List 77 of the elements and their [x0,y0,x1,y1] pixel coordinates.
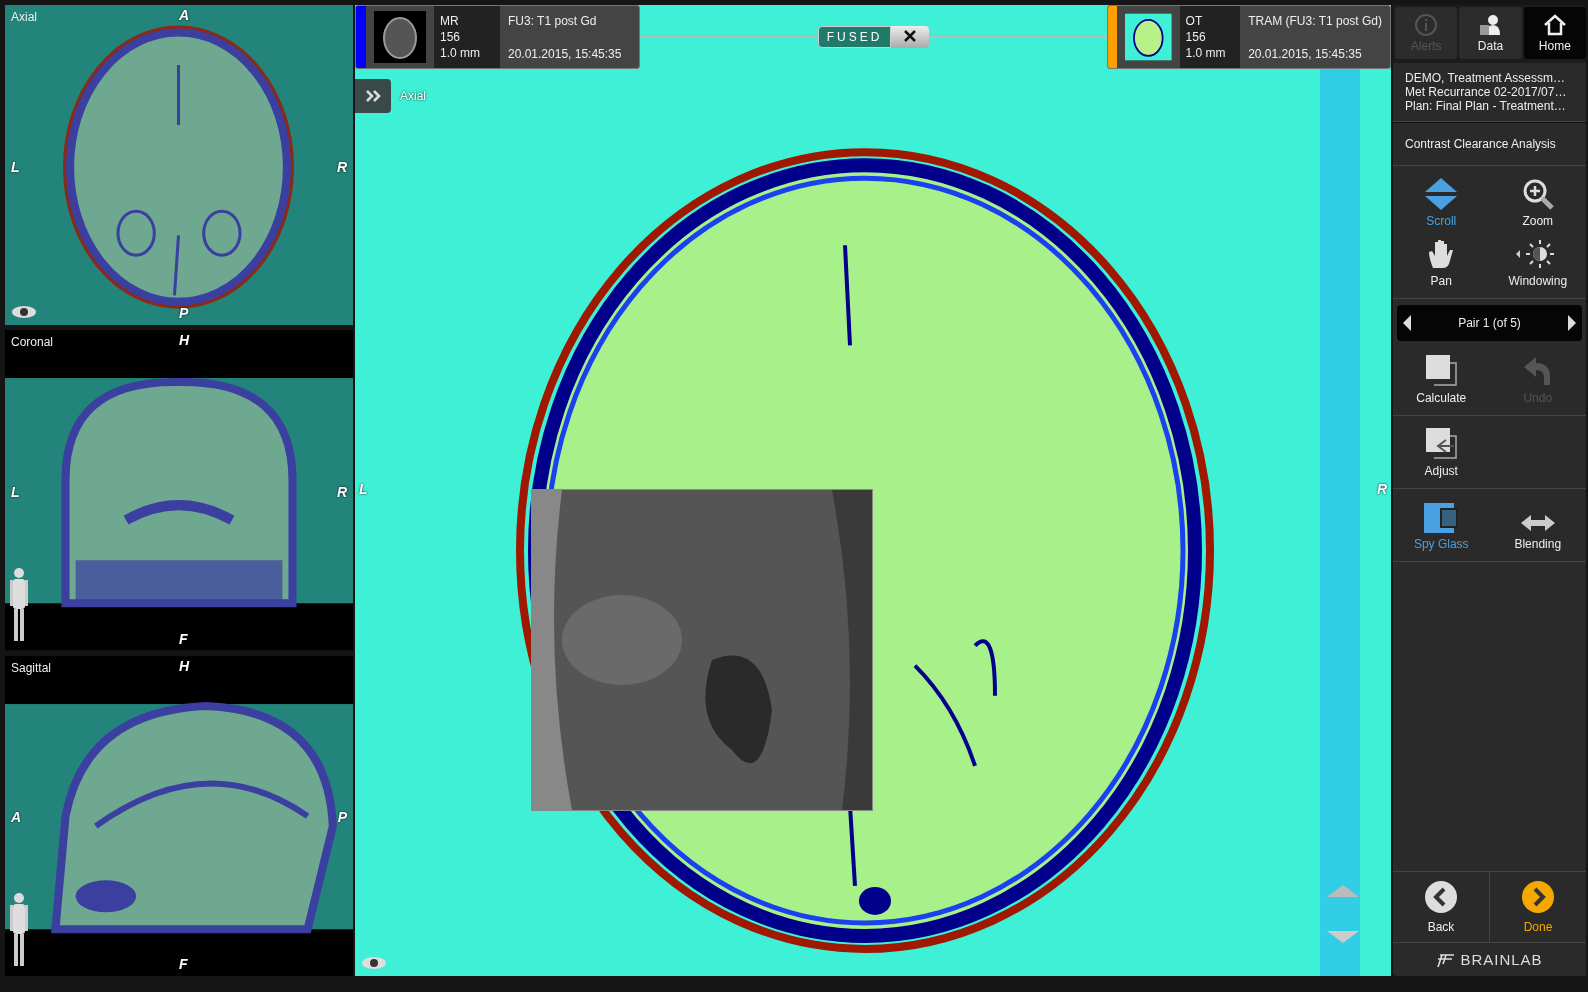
view-title: Axial [11,10,37,24]
orientation-label: R [336,484,347,501]
orientation-label: F [179,956,188,972]
series-name: TRAM (FU3: T1 post Gd) [1248,14,1382,28]
orientation-label: P [337,809,347,826]
expand-panel-button[interactable] [355,79,391,113]
double-arrow-icon [1520,513,1555,533]
workflow-title: Contrast Clearance Analysis [1405,137,1556,151]
previous-arrow-icon[interactable] [1403,315,1411,331]
fused-toggle[interactable]: FUSED [817,26,892,48]
slice-view[interactable]: Sagittal H F A P [5,655,353,976]
double-chevron-icon [365,89,381,103]
back-button[interactable]: Back [1393,872,1490,942]
data-button[interactable]: Data [1459,7,1522,59]
orientation-label: H [179,657,190,674]
modality-text: OT [1185,14,1204,28]
slice-number-text: 156 [1185,30,1207,44]
info-icon [1414,13,1439,37]
patient-data-icon [1478,13,1503,37]
series-date: 20.01.2015, 15:45:35 [1248,47,1363,61]
zoom-tool-button[interactable]: Zoom [1489,172,1586,232]
orientation-label: R [336,158,347,175]
orientation-label: A [11,809,22,826]
home-icon [1542,13,1567,37]
done-button[interactable]: Done [1490,872,1586,942]
orientation-label: L [11,484,20,501]
body-figure-icon[interactable] [9,892,29,968]
eye-icon[interactable] [11,305,37,320]
body-figure-icon[interactable] [9,566,29,643]
series-date: 20.01.2015, 15:45:35 [508,47,622,61]
next-arrow-icon[interactable] [1568,315,1576,331]
view-title: Sagittal [11,660,52,675]
scan-thumbnail-icon [374,11,426,63]
brand-logo: BRAINLAB [1460,951,1543,968]
orientation-label: A [179,7,190,23]
modality-text: MR [440,14,460,28]
series-info-panel[interactable]: MR 156 1.0 mm FU3: T1 post Gd 20.01.2015, 15:45:35 [355,5,640,69]
calculate-tool-button[interactable]: Calculate [1393,349,1490,409]
slice-view[interactable]: Coronal H F L R [5,330,353,651]
close-icon [903,29,918,43]
orientation-label: L [11,158,20,175]
eye-icon[interactable] [361,956,387,970]
slice-thickness-text: 1.0 mm [440,46,481,60]
slice-thickness-text: 1.0 mm [1185,46,1227,60]
slice-number-text: 156 [440,30,462,44]
patient-info-text: DEMO, Treatment Assessm… [1405,71,1567,85]
orientation-label: F [179,630,188,647]
series-info-panel[interactable]: OT 156 1.0 mm TRAM (FU3: T1 post Gd) 20.01.2015, 15:45:35 [1107,5,1391,69]
adjust-tool-button[interactable]: Adjust [1393,422,1490,482]
blending-tool-button[interactable]: Blending [1489,495,1586,555]
logo-icon [1436,951,1457,968]
slice-view[interactable]: Axial A P L R [5,5,353,326]
scroll-tool-button[interactable]: Scroll [1393,172,1490,232]
split-square-icon [1424,503,1459,533]
orientation-label: R [1376,481,1387,497]
spy-glass-inset[interactable] [531,489,873,811]
adjust-icon [1424,426,1459,460]
patient-info-text: Plan: Final Plan - Treatment… [1405,99,1567,113]
pair-selector[interactable]: Pair 1 (of 5) [1397,305,1582,341]
series-name: FU3: T1 post Gd [508,14,598,28]
zoom-icon [1521,178,1554,210]
patient-info-text: Met Recurrance 02-2017/07… [1405,85,1568,99]
hand-icon [1427,238,1456,270]
orientation-label: L [359,481,368,497]
spyglass-tool-button[interactable]: Spy Glass [1393,495,1490,555]
orientation-label: H [179,332,190,349]
home-button[interactable]: Home [1523,7,1586,59]
pan-tool-button[interactable]: Pan [1393,232,1490,292]
pair-label: Pair 1 (of 5) [1458,316,1521,330]
orientation-label: P [179,305,189,322]
stacked-squares-icon [1424,353,1459,387]
main-view[interactable]: MR 156 1.0 mm FU3: T1 post Gd 20.01.2015, 15:45:35 FUSED OT 156 1.0 mm TRAM (FU3: T1 post Gd) 20.01.2015, 15:45:35 Axial L R [355,5,1391,976]
close-button[interactable] [891,26,930,48]
windowing-tool-button[interactable]: Windowing [1489,232,1586,292]
view-title: Axial [400,89,426,103]
scan-thumbnail-icon [1124,11,1172,63]
view-title: Coronal [11,335,54,350]
